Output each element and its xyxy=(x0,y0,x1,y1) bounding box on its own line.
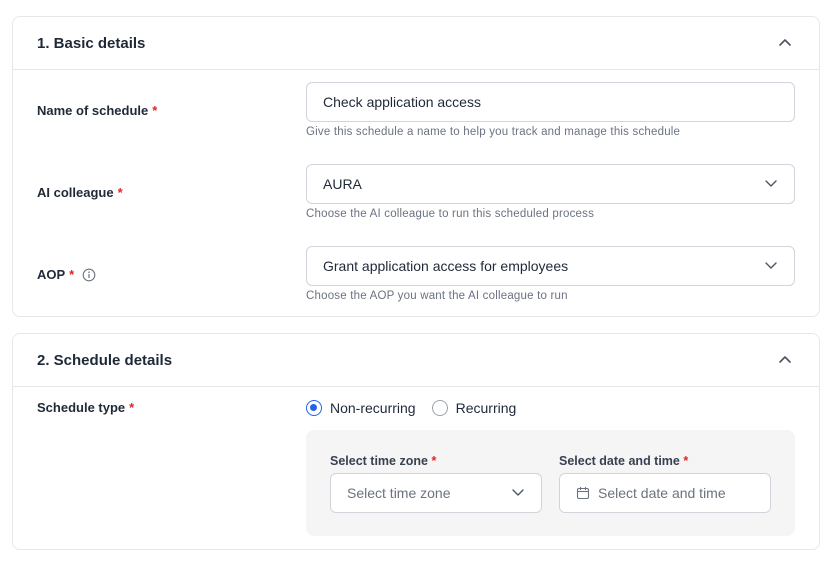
radio-selected-indicator[interactable] xyxy=(306,400,322,416)
chevron-down-icon xyxy=(764,176,778,193)
chevron-up-icon[interactable] xyxy=(775,33,795,53)
radio-recurring[interactable]: Recurring xyxy=(431,400,516,416)
required-asterisk: * xyxy=(683,454,689,468)
required-asterisk: * xyxy=(152,103,158,118)
chevron-down-icon xyxy=(511,485,525,502)
date-time-picker[interactable]: Select date and time xyxy=(559,473,771,513)
required-asterisk: * xyxy=(129,400,135,415)
info-icon[interactable] xyxy=(82,268,96,282)
non-recurring-panel: Select time zone * Select time zone Sele… xyxy=(306,430,795,536)
aop-label: AOP * xyxy=(37,267,96,282)
basic-details-section: 1. Basic details Name of schedule * Chec… xyxy=(12,16,820,317)
ai-colleague-select[interactable]: AURA xyxy=(306,164,795,204)
schedule-name-input[interactable]: Check application access xyxy=(306,82,795,122)
aop-select[interactable]: Grant application access for employees xyxy=(306,246,795,286)
chevron-down-icon xyxy=(764,258,778,275)
schedule-type-radio-group: Non-recurring Recurring xyxy=(306,400,516,416)
schedule-details-section: 2. Schedule details Schedule type * Non-… xyxy=(12,333,820,550)
required-asterisk: * xyxy=(431,454,437,468)
basic-details-title: 1. Basic details xyxy=(37,34,146,52)
schedule-type-label: Schedule type * xyxy=(37,400,135,415)
date-time-inner: Select date and time xyxy=(576,485,726,501)
schedule-details-header[interactable]: 2. Schedule details xyxy=(13,334,819,387)
date-time-label: Select date and time * xyxy=(559,454,689,468)
time-zone-label: Select time zone * xyxy=(330,454,437,468)
name-of-schedule-label: Name of schedule * xyxy=(37,103,158,118)
required-asterisk: * xyxy=(69,267,75,282)
date-time-placeholder: Select date and time xyxy=(598,485,726,501)
schedule-details-title: 2. Schedule details xyxy=(37,351,173,369)
schedule-name-help: Give this schedule a name to help you tr… xyxy=(306,126,681,138)
ai-colleague-value: AURA xyxy=(323,176,362,192)
time-zone-placeholder: Select time zone xyxy=(347,485,451,501)
required-asterisk: * xyxy=(117,185,123,200)
calendar-icon xyxy=(576,486,590,500)
aop-value: Grant application access for employees xyxy=(323,258,569,274)
radio-non-recurring[interactable]: Non-recurring xyxy=(306,400,416,416)
aop-help: Choose the AOP you want the AI colleague… xyxy=(306,290,568,302)
ai-colleague-label: AI colleague * xyxy=(37,185,123,200)
ai-colleague-help: Choose the AI colleague to run this sche… xyxy=(306,208,595,220)
chevron-up-icon[interactable] xyxy=(775,350,795,370)
radio-unselected-indicator[interactable] xyxy=(431,400,448,416)
time-zone-select[interactable]: Select time zone xyxy=(330,473,542,513)
basic-details-header[interactable]: 1. Basic details xyxy=(13,17,819,70)
